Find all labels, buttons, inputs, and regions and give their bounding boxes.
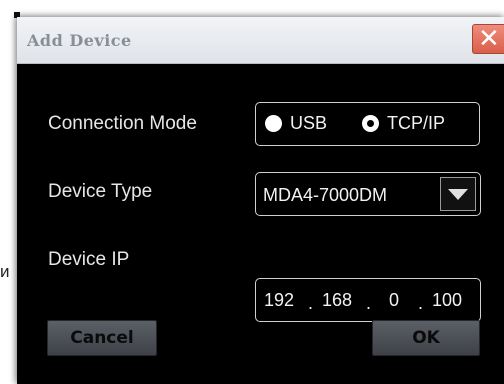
dialog-title: Add Device <box>27 31 132 50</box>
device-ip-field[interactable]: 192 . 168 . 0 . 100 <box>255 278 481 322</box>
ip-octet-3[interactable]: 0 <box>389 290 399 311</box>
radio-tcpip-label: TCP/IP <box>387 113 446 133</box>
ip-octet-1[interactable]: 192 <box>264 290 294 311</box>
radio-usb-label: USB <box>290 113 328 133</box>
device-type-select[interactable]: MDA4-7000DM <box>255 172 481 216</box>
ip-octet-2[interactable]: 168 <box>322 290 352 311</box>
connection-mode-label: Connection Mode <box>48 113 197 134</box>
connection-mode-radio-group: USB TCP/IP <box>255 102 480 146</box>
add-device-dialog: Add Device ✕ Connection Mode USB TCP/IP … <box>17 17 504 384</box>
chevron-down-icon[interactable] <box>440 177 476 211</box>
background-window <box>0 0 10 384</box>
cancel-button[interactable]: Cancel <box>47 320 157 356</box>
ip-octet-4[interactable]: 100 <box>432 290 462 311</box>
ip-separator: . <box>366 293 372 313</box>
device-ip-label: Device IP <box>48 249 130 270</box>
ok-button[interactable]: OK <box>372 320 480 356</box>
close-icon: ✕ <box>478 24 500 54</box>
background-text-fragment: и <box>0 262 10 281</box>
dialog-titlebar[interactable]: Add Device ✕ <box>17 17 504 64</box>
radio-tcpip[interactable]: TCP/IP <box>362 113 445 134</box>
close-button[interactable]: ✕ <box>472 24 504 54</box>
radio-usb[interactable]: USB <box>265 113 327 134</box>
radio-tcpip-indicator[interactable] <box>362 115 379 132</box>
ip-separator: . <box>308 293 314 313</box>
radio-usb-indicator[interactable] <box>265 115 282 132</box>
ip-separator: . <box>418 293 424 313</box>
device-type-label: Device Type <box>48 181 153 202</box>
device-type-value: MDA4-7000DM <box>263 185 388 205</box>
